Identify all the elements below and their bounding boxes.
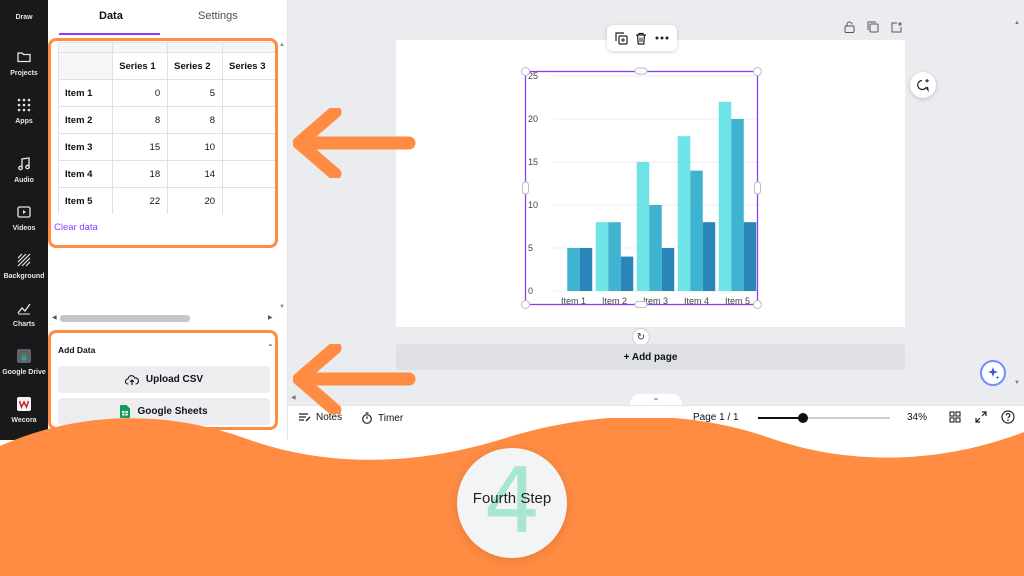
rail-item-label: Apps (15, 118, 33, 125)
duplicate-page-icon[interactable] (866, 20, 880, 34)
rail-item-label: Google Drive (2, 369, 46, 376)
add-page-button[interactable]: + Add page (396, 344, 905, 370)
element-toolbar (607, 25, 677, 51)
scroll-up-icon[interactable]: ▲ (1014, 20, 1020, 26)
add-page-icon[interactable] (890, 20, 904, 34)
resize-handle-corner[interactable] (753, 300, 762, 309)
rail-item-label: Draw (15, 14, 33, 21)
resize-handle-corner[interactable] (521, 67, 530, 76)
chart-bar[interactable] (690, 170, 703, 291)
chart-bar[interactable] (595, 222, 609, 291)
rail-item-label: Charts (12, 321, 36, 328)
chart-bar[interactable] (608, 222, 621, 291)
duplicate-icon[interactable] (615, 31, 628, 45)
resize-handle-corner[interactable] (753, 67, 762, 76)
canvas-vertical-scrollbar[interactable]: ▲ ▼ (1013, 20, 1021, 390)
chart-bar[interactable] (743, 222, 757, 291)
resize-handle-right[interactable] (754, 181, 761, 195)
step-label: Fourth Step (472, 490, 552, 507)
rail-item-google-drive[interactable]: Google Drive (0, 342, 48, 392)
wecora-icon (14, 394, 34, 414)
panel-tabs: Data Settings (48, 0, 288, 36)
chart-bar[interactable] (702, 222, 716, 291)
y-tick-label: 20 (528, 114, 538, 124)
comment-plus-icon (917, 79, 929, 92)
rail-item-label: Projects (10, 70, 38, 77)
step-badge: 4 Fourth Step (457, 448, 567, 558)
folder-icon (14, 47, 34, 67)
chart-bar[interactable] (579, 248, 593, 291)
google-drive-icon (14, 346, 34, 366)
chart-bar[interactable] (636, 162, 650, 291)
page-actions (842, 20, 904, 34)
trash-icon[interactable] (635, 32, 647, 45)
rail-item-projects[interactable]: Projects (0, 43, 48, 93)
rail-item-label: Audio (14, 177, 34, 184)
lock-icon[interactable] (842, 20, 856, 34)
add-comment-button[interactable] (910, 72, 936, 98)
scrollbar-thumb[interactable] (60, 315, 190, 322)
bar-chart[interactable]: 0510152025Item 1 Item 2 Item 3 Item 4 Item 5 (520, 66, 765, 311)
scroll-down-icon[interactable]: ▼ (1014, 380, 1020, 386)
chart-bar[interactable] (567, 248, 580, 291)
arrow-left-icon (293, 344, 416, 414)
y-tick-label: 5 (528, 243, 533, 253)
left-rail: Draw Projects Apps Audio Videos Backgrou… (0, 0, 48, 440)
magic-assistant-button[interactable] (980, 360, 1006, 386)
music-note-icon (14, 154, 34, 174)
rail-item-background[interactable]: Background (0, 246, 48, 296)
rail-item-audio[interactable]: Audio (0, 150, 48, 200)
rail-item-label: Background (3, 273, 45, 280)
video-play-icon (14, 202, 34, 222)
background-hatch-icon (14, 250, 34, 270)
chart-bar[interactable] (620, 256, 634, 291)
y-tick-label: 0 (528, 286, 533, 296)
resize-handle-top[interactable] (634, 67, 648, 75)
panel-vertical-scrollbar[interactable]: ▲ ▼ (278, 42, 286, 314)
rail-item-videos[interactable]: Videos (0, 198, 48, 248)
chart-bar[interactable] (718, 101, 732, 291)
chart-bar[interactable] (649, 205, 662, 291)
tab-data[interactable]: Data (99, 10, 123, 22)
highlight-box-add-data (48, 330, 278, 430)
scroll-up-icon[interactable]: ▲ (279, 42, 285, 48)
arrow-left-icon (293, 108, 416, 178)
apps-grid-icon (14, 95, 34, 115)
more-options-icon[interactable] (655, 36, 669, 40)
rail-item-label: Videos (12, 225, 36, 232)
y-tick-label: 15 (528, 157, 538, 167)
chart-bar[interactable] (661, 248, 675, 291)
rail-item-apps[interactable]: Apps (0, 91, 48, 141)
y-tick-label: 10 (528, 200, 538, 210)
scroll-right-icon[interactable]: ▶ (268, 314, 273, 321)
active-tab-indicator (59, 33, 160, 35)
sparkle-icon (988, 367, 1000, 380)
rotate-icon: ↻ (636, 331, 646, 343)
resize-handle-corner[interactable] (521, 300, 530, 309)
highlight-box-data-table (48, 38, 278, 248)
chart-bar[interactable] (677, 136, 691, 291)
panel-horizontal-scrollbar[interactable]: ◀ ▶ (52, 313, 278, 323)
chart-line-icon (14, 298, 34, 318)
resize-handle-left[interactable] (522, 181, 529, 195)
rail-item-charts[interactable]: Charts (0, 294, 48, 344)
resize-handle-bottom[interactable] (634, 301, 648, 308)
chart-bar[interactable] (731, 119, 744, 291)
scroll-left-icon[interactable]: ◀ (52, 314, 57, 321)
tab-settings[interactable]: Settings (198, 10, 238, 22)
scroll-down-icon[interactable]: ▼ (279, 304, 285, 310)
